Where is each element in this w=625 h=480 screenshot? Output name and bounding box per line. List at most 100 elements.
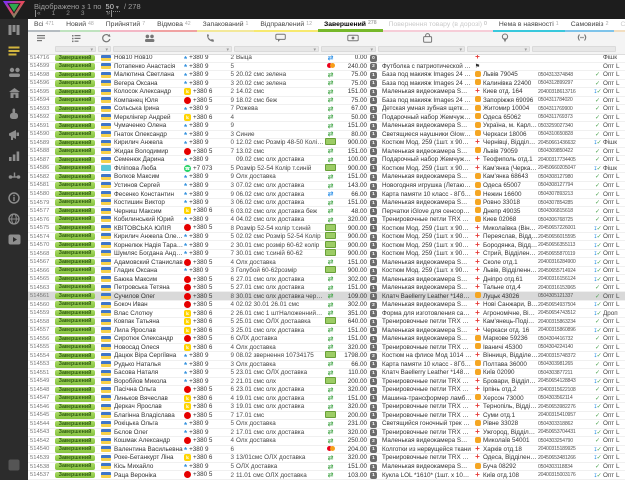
order-row[interactable]: 514537 Завершений Раца Вероніка +380 5 2…: [28, 471, 625, 480]
column-payment[interactable]: [324, 32, 382, 44]
order-row[interactable]: 514593 Завершений Сольська Ірина *+380 9…: [28, 105, 625, 114]
tab-status-10[interactable]: Сервіси 0: [614, 19, 625, 32]
page-number-2[interactable]: 2: [66, 10, 70, 17]
order-row[interactable]: 514545 Завершений Благінна Владіслава +3…: [28, 412, 625, 421]
order-row[interactable]: 514556 Завершений Сиротюк Олександр +380…: [28, 335, 625, 344]
collapse-panel-icon[interactable]: [0, 454, 28, 475]
order-row[interactable]: 514595 Завершений Колосок Александр lc+3…: [28, 88, 625, 97]
marketing-megaphone-icon[interactable]: [0, 124, 28, 145]
last-page-button[interactable]: »: [107, 10, 113, 17]
order-row[interactable]: 514560 Завершений Бокоч Иван +380 5 4 02…: [28, 301, 625, 310]
items-count-cell: 1: [370, 130, 382, 138]
tab-status-3[interactable]: Відмова 42: [151, 19, 197, 32]
column-tracking[interactable]: [538, 32, 625, 44]
hand-brand-icon[interactable]: [0, 103, 28, 124]
globe-icon[interactable]: [0, 208, 28, 229]
column-phone[interactable]: [184, 32, 236, 44]
order-row[interactable]: 514558 Завершений Ковпак Татьяна lc+380 …: [28, 318, 625, 327]
order-row[interactable]: 514591 Завершений Чумаченко Олена *+380 …: [28, 122, 625, 131]
column-client[interactable]: [114, 32, 184, 44]
order-row[interactable]: 514596 Завершений Вегера Оксана *+380 9 …: [28, 80, 625, 89]
integrations-icon[interactable]: [0, 166, 28, 187]
orders-list-icon[interactable]: [0, 40, 28, 61]
column-delivery[interactable]: [472, 32, 538, 44]
filter-comment-dropdown[interactable]: ▾: [234, 46, 319, 52]
order-comment: 26.01 смс 1 штНаложенний платіж: [236, 310, 324, 317]
order-row[interactable]: 514539 Завершений Роке-Бетанкурт Ліна lc…: [28, 454, 625, 463]
filter-client-dropdown[interactable]: ▾: [113, 46, 232, 52]
page-number-1[interactable]: 1: [52, 10, 56, 17]
order-row[interactable]: 514589 Завершений Кирилич Анжела *+380 9…: [28, 139, 625, 148]
tab-status-5[interactable]: Відправлений 12: [254, 19, 318, 32]
order-row[interactable]: 514588 Завершений Жидак Володимир +380 5…: [28, 148, 625, 157]
filter-products-dropdown[interactable]: ▾: [378, 46, 465, 52]
tab-status-8[interactable]: Нема в наявності 1: [493, 19, 565, 32]
page-number-3[interactable]: 3: [81, 10, 85, 17]
order-row[interactable]: 514549 Завершений Воробйов Микола *+380 …: [28, 378, 625, 387]
column-products[interactable]: [382, 32, 472, 44]
ukrposhta-icon: [475, 190, 481, 196]
order-row[interactable]: 514542 Завершений Кошмак Александр +380 …: [28, 437, 625, 446]
filter-payment-dropdown[interactable]: ▾: [321, 46, 376, 52]
order-row[interactable]: 514586 Завершений Філіпова Люба ☎+7 073 …: [28, 165, 625, 174]
order-row[interactable]: 514561 Завершений Сучилов Олег +380 5 8 …: [28, 292, 625, 301]
tab-status-7[interactable]: Повернення товару (в дорозі) 0: [383, 19, 493, 32]
column-status[interactable]: [54, 32, 98, 44]
filter-delivery-dropdown[interactable]: ▾: [467, 46, 530, 52]
order-row[interactable]: 514565 Завершений Баюка Максим +380 5 6 …: [28, 275, 625, 284]
column-comment[interactable]: [236, 32, 324, 44]
order-row[interactable]: 514577 Завершений Черниш Максим lc+380 6…: [28, 207, 625, 216]
shop-icon[interactable]: [0, 82, 28, 103]
order-row[interactable]: 514568 Завершений Шумляс Богдана Андріїв…: [28, 250, 625, 259]
filter-status-dropdown[interactable]: ▾: [55, 46, 96, 52]
order-total: 151.00: [337, 148, 370, 155]
order-row[interactable]: 514598 Завершений Малютина Светлана *+38…: [28, 71, 625, 80]
tab-status-4[interactable]: Запакований 1: [197, 19, 255, 32]
delivery-city: Ірпінь отд.2: [483, 386, 538, 393]
order-row[interactable]: 514547 Завершений Линьков Вячеслав lc+38…: [28, 395, 625, 404]
filter-country-dropdown[interactable]: ▾: [98, 46, 111, 52]
info-icon[interactable]: [0, 187, 28, 208]
order-row[interactable]: 514540 Завершений Валентина Васильевна *…: [28, 446, 625, 455]
clients-icon[interactable]: [0, 61, 28, 82]
order-row[interactable]: 514599 Завершений Потапенко Анастасія *+…: [28, 63, 625, 72]
country-flag-icon: [101, 250, 111, 256]
order-row[interactable]: 514594 Завершений Компанец Юля +380 5 9 …: [28, 97, 625, 106]
tab-status-6[interactable]: Завершений 278: [318, 19, 383, 32]
filter-tracking-input[interactable]: [532, 46, 616, 52]
column-country[interactable]: [98, 32, 114, 44]
delivery-status-cell: ↧✓: [592, 472, 603, 479]
order-row[interactable]: 514553 Завершений Рудько Наталья *+380 9…: [28, 361, 625, 370]
product-name: Маленькая видеокамера SQ8 *1437*: [382, 259, 472, 266]
order-row[interactable]: 514716 Завершений Нов10 Нов10 *+380 9 2 …: [28, 54, 625, 63]
order-row[interactable]: 514580 Завершений Фесенко Константин *+3…: [28, 190, 625, 199]
video-tutorials-icon[interactable]: [0, 229, 28, 250]
order-row[interactable]: 514557 Завершений Лила Ярослав lc+380 6 …: [28, 327, 625, 336]
first-page-button[interactable]: «: [35, 10, 41, 17]
kanban-board-icon[interactable]: [0, 19, 28, 40]
order-row[interactable]: 514566 Завершений Гладик Оксана *+380 9 …: [28, 267, 625, 276]
order-row[interactable]: 514592 Завершений Мерклінгер Андрей lc+3…: [28, 114, 625, 123]
tab-status-2[interactable]: Прийнятий 7: [100, 19, 151, 32]
order-row[interactable]: 514554 Завершений Дацюк Віра Сергіївна *…: [28, 352, 625, 361]
order-row[interactable]: 514581 Завершений Устинов Сергей *+380 9…: [28, 182, 625, 191]
order-row[interactable]: 514563 Завершений Петровська Тетяна +380…: [28, 284, 625, 293]
order-row[interactable]: 514544 Завершений Рокіцька Ольга *+380 9…: [28, 420, 625, 429]
statistics-icon[interactable]: [0, 145, 28, 166]
order-row[interactable]: 514538 Завершений Кісь Михайло *+380 9 5…: [28, 463, 625, 472]
order-id: 514570: [28, 242, 54, 248]
events-count: 2: [224, 54, 236, 61]
tab-status-1[interactable]: Новий 48: [60, 19, 100, 32]
country-cell: [98, 276, 114, 283]
order-row[interactable]: 514543 Завершений Бєлов Олег *+380 9 2 1…: [28, 429, 625, 438]
delivery-city: Іваничі 45300: [483, 344, 538, 351]
tab-status-9[interactable]: Самовивіз 2: [565, 19, 615, 32]
product-name: Тренировочные петли TRX Training: [382, 216, 472, 223]
column-order-id[interactable]: [28, 32, 54, 44]
order-row[interactable]: 514548 Завершений Пасічна Ольга +380 5 6…: [28, 386, 625, 395]
carrier-cell: +: [472, 156, 483, 163]
order-row[interactable]: 514582 Завершений Волков Максим *+380 9 …: [28, 173, 625, 182]
tab-status-0[interactable]: Всі 471: [28, 19, 60, 32]
payment-type-cell: ⇄: [324, 207, 337, 215]
order-row[interactable]: 514579 Завершений Костишин Виктор *+380 …: [28, 199, 625, 208]
